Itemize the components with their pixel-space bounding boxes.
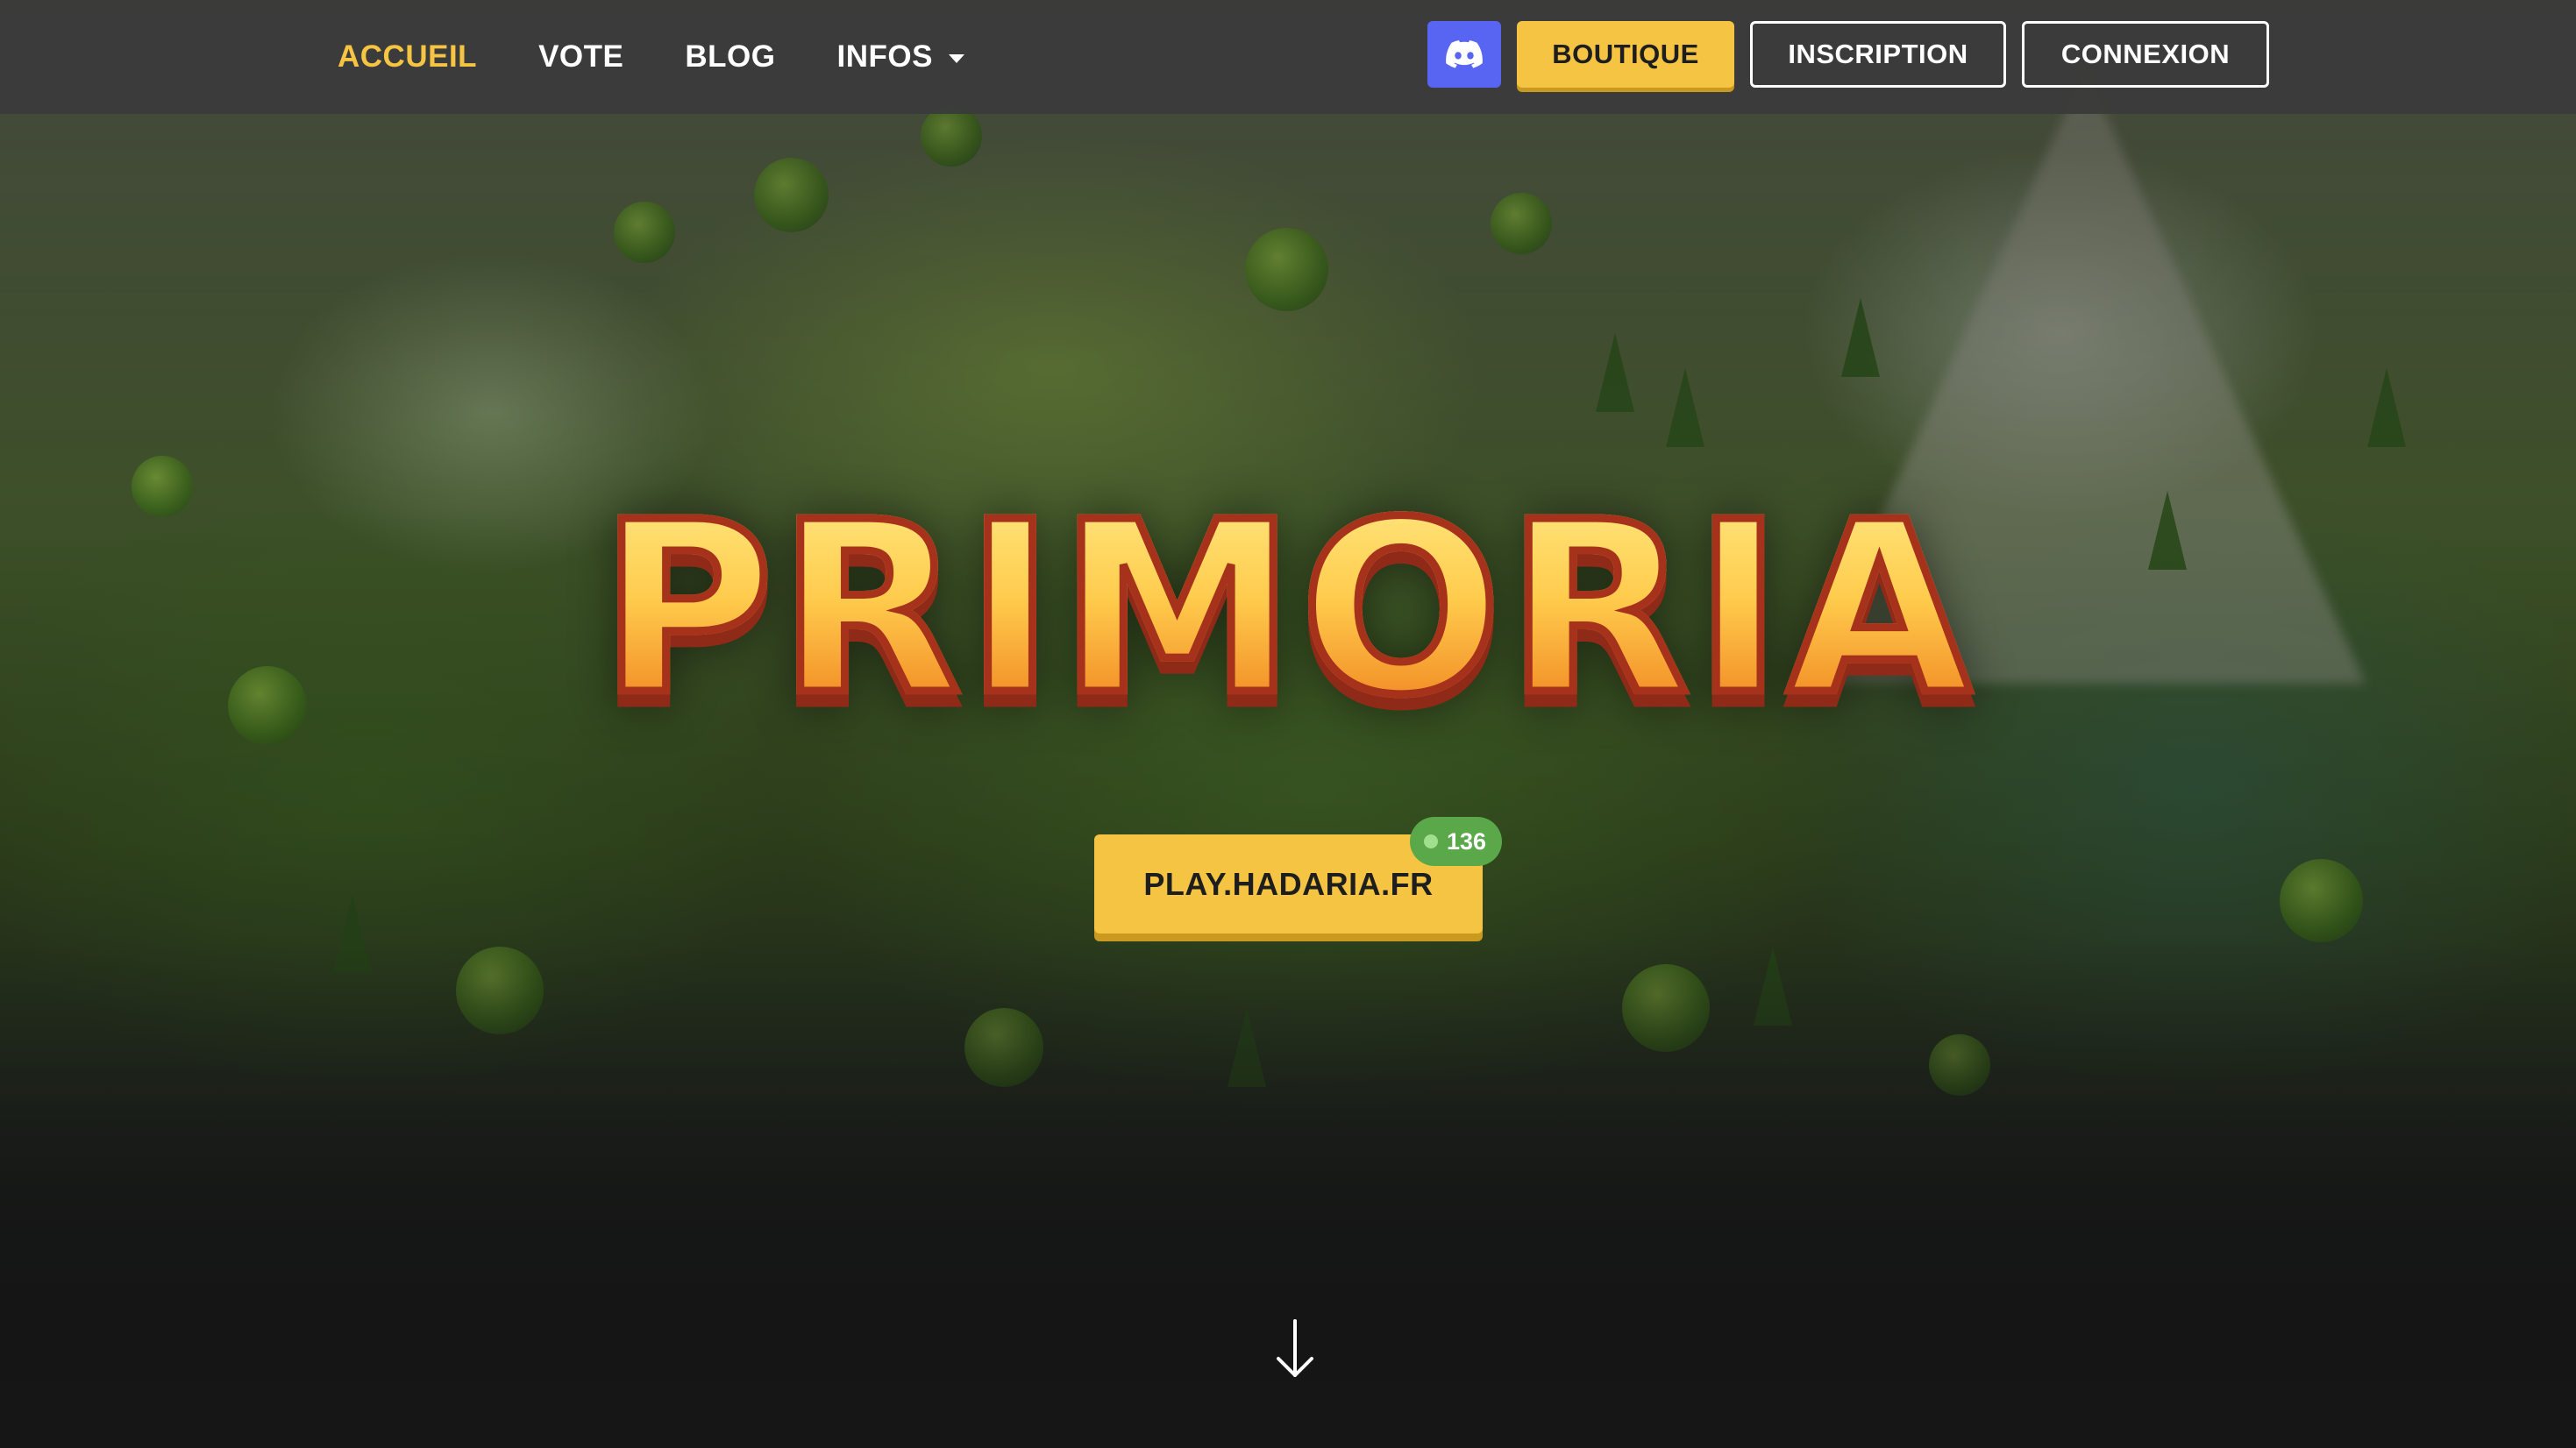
- main-nav: ACCUEIL VOTE BLOG INFOS: [338, 0, 964, 114]
- nav-dropdown-infos[interactable]: INFOS: [836, 39, 964, 75]
- online-players-badge: 136: [1410, 817, 1503, 866]
- nav-link-infos-label: INFOS: [836, 39, 933, 74]
- chevron-down-icon: [948, 54, 964, 63]
- scroll-down-button[interactable]: [1273, 1319, 1317, 1379]
- online-players-count: 136: [1447, 827, 1487, 855]
- nav-actions: BOUTIQUE INSCRIPTION CONNEXION: [1427, 21, 2269, 88]
- nav-link-blog[interactable]: BLOG: [685, 39, 775, 75]
- discord-icon: [1446, 40, 1483, 68]
- shop-button[interactable]: BOUTIQUE: [1517, 21, 1734, 88]
- nav-link-vote[interactable]: VOTE: [538, 39, 623, 75]
- server-logo: PRIMORIA: [596, 471, 1976, 747]
- page: ACCUEIL VOTE BLOG INFOS BOUTIQUE INSCRIP…: [0, 0, 2576, 1448]
- nav-link-accueil[interactable]: ACCUEIL: [338, 39, 477, 75]
- online-status-dot-icon: [1424, 834, 1438, 848]
- arrow-down-icon: [1277, 1319, 1313, 1377]
- register-button[interactable]: INSCRIPTION: [1750, 21, 2006, 88]
- logo-container: PRIMORIA: [0, 471, 2576, 747]
- discord-button[interactable]: [1427, 21, 1501, 88]
- navbar: ACCUEIL VOTE BLOG INFOS BOUTIQUE INSCRIP…: [0, 0, 2576, 114]
- login-button[interactable]: CONNEXION: [2022, 21, 2269, 88]
